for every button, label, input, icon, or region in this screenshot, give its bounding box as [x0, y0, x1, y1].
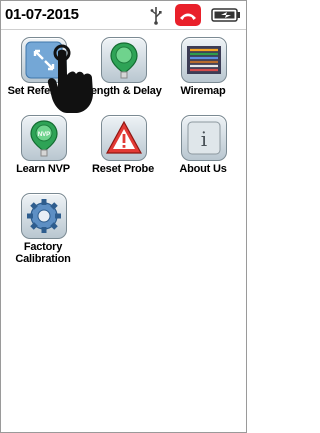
app-label: Wiremap — [180, 85, 226, 97]
factory-calibration-icon — [21, 193, 67, 239]
app-label: Learn NVP — [16, 163, 70, 175]
end-call-button[interactable] — [175, 4, 201, 26]
date-label: 01-07-2015 — [5, 6, 79, 23]
app-label: Factory Calibration — [15, 241, 71, 265]
status-bar: 01-07-2015 — [1, 1, 246, 30]
app-label: Reset Probe — [92, 163, 154, 175]
touch-hand-icon — [47, 44, 93, 113]
about-us-icon: i — [181, 115, 227, 161]
device-screen: 01-07-2015 Set Reference Length & Delay … — [0, 0, 247, 433]
info-glyph: i — [201, 127, 207, 151]
app-label: About Us — [179, 163, 227, 175]
usb-icon — [150, 7, 162, 25]
end-call-icon — [180, 13, 196, 20]
length-delay-icon — [101, 37, 147, 83]
battery-icon — [211, 8, 240, 22]
nvp-badge: NVP — [38, 132, 50, 138]
reset-probe-icon — [101, 115, 147, 161]
learn-nvp-icon: NVP — [21, 115, 67, 161]
wiremap-icon — [181, 37, 227, 83]
